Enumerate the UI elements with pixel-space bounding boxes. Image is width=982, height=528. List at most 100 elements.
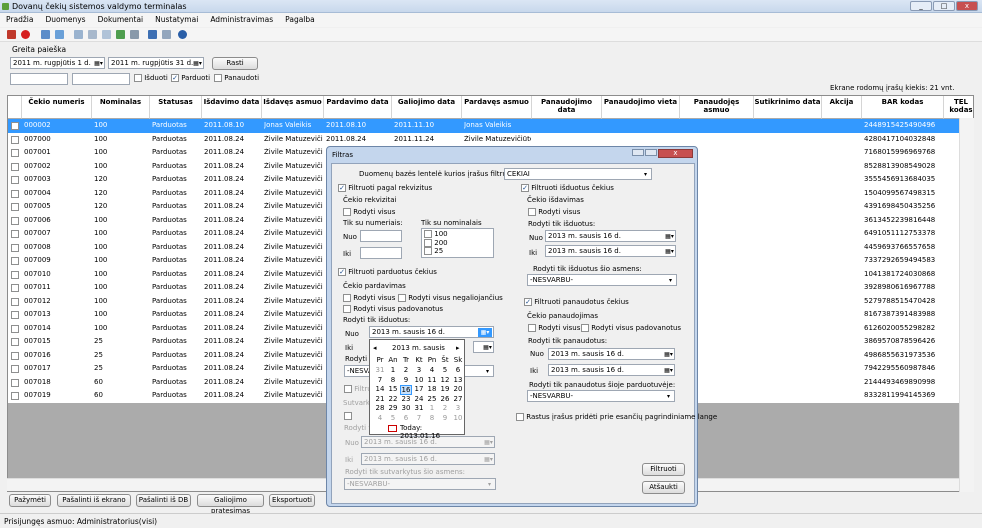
column-header[interactable]: Išdavęs asmuo [262,96,324,119]
calendar-day[interactable]: 28 [374,404,386,412]
calendar-day[interactable]: 2 [400,366,412,374]
sold-date-to[interactable]: ▦▾ [473,341,494,353]
delete-icon[interactable] [21,30,30,39]
filter-used-checkbox[interactable]: Filtruoti panaudotus čekius [524,298,629,306]
vertical-scrollbar[interactable] [959,118,974,492]
calendar-day[interactable]: 9 [400,376,412,384]
sold-checkbox[interactable]: Parduoti [171,74,210,82]
column-header[interactable]: Statusas [150,96,202,119]
paste-icon[interactable] [88,30,97,39]
dialog-close-button[interactable]: x [658,149,693,158]
calendar-day[interactable]: 4 [426,366,438,374]
row-checkbox[interactable] [11,230,19,238]
calendar-day[interactable]: 21 [374,395,386,403]
calendar-icon[interactable]: ▦▾ [665,247,674,256]
date-to-picker[interactable]: 2011 m. rugpjūtis 31 d. ▦▾ [108,57,204,69]
calendar-day[interactable]: 7 [413,414,425,422]
column-header[interactable]: Pardavęs asmuo [462,96,532,119]
calendar-day[interactable]: 31 [374,366,386,374]
remove-from-db-button[interactable]: Pašalinti iš DB [136,494,191,507]
calendar-day[interactable]: 24 [413,395,425,403]
calendar-day[interactable]: 22 [387,395,399,403]
calendar-day[interactable]: 3 [452,404,464,412]
column-header[interactable]: Sutikrinimo data [754,96,822,119]
next-month-icon[interactable]: ▸ [456,344,460,352]
export-button[interactable]: Eksportuoti [269,494,315,507]
row-checkbox[interactable] [11,162,19,171]
table-select[interactable]: CEKIAI ▾ [504,168,652,180]
used-show-all[interactable]: Rodyti visus [528,324,580,332]
nominal-item[interactable]: 25 [422,247,493,255]
menu-duomenys[interactable]: Duomenys [39,13,91,24]
filter-sold-checkbox[interactable]: Filtruoti parduotus čekius [338,268,437,276]
select-button[interactable]: Pažymėti [9,494,51,507]
calendar-icon[interactable]: ▦▾ [665,232,674,241]
column-header[interactable]: Pardavimo data [324,96,392,119]
sold-date-from[interactable]: 2013 m. sausis 16 d. ▦▾ [369,326,494,338]
row-checkbox[interactable] [11,284,19,292]
column-header[interactable]: BAR kodas [862,96,944,119]
calendar-day[interactable]: 25 [426,395,438,403]
column-header[interactable]: Panaudojimo data [532,96,602,119]
find-button[interactable]: Rasti [212,57,258,70]
calendar-day[interactable]: 11 [426,376,438,384]
menu-administravimas[interactable]: Administravimas [204,13,279,24]
verified-person-select[interactable]: -NESVARBU- ▾ [344,478,496,490]
calendar-day[interactable]: 2 [439,404,451,412]
column-header[interactable]: Panaudojęs asmuo [680,96,754,119]
refresh-icon[interactable] [55,30,64,39]
menu-nustatymai[interactable]: Nustatymai [149,13,204,24]
column-header[interactable]: Akcija [822,96,862,119]
sold-show-all[interactable]: Rodyti visus [343,294,395,302]
used-date-to[interactable]: 2013 m. sausis 16 d. ▦▾ [548,364,675,376]
calendar-day[interactable]: 6 [400,414,412,422]
filter-issued-checkbox[interactable]: Filtruoti išduotus čekius [521,184,614,192]
row-checkbox[interactable] [11,122,19,130]
row-checkbox[interactable] [11,149,19,157]
calendar-today[interactable]: Today: 2013.01.16 [400,424,464,440]
prev-month-icon[interactable]: ◂ [373,344,377,352]
row-checkbox[interactable] [11,351,19,360]
nominal-item[interactable]: 200 [422,239,493,247]
calendar-popup[interactable]: ◂ 2013 m. sausis ▸ Pr An Tr Kt Pn Št Sk 31 1 2 3 4 5… [369,339,465,440]
menu-dokumentai[interactable]: Dokumentai [92,13,150,24]
calendar-day[interactable]: 27 [452,395,464,403]
calendar-day[interactable]: 26 [439,395,451,403]
calendar-day[interactable]: 6 [452,366,464,374]
row-checkbox[interactable] [11,365,19,373]
row-checkbox[interactable] [11,189,19,198]
show-all-gifted[interactable]: Rodyti visus padovanotus [343,305,443,313]
issued-person-select[interactable]: -NESVARBU- ▾ [527,274,677,286]
move-icon[interactable] [102,30,111,39]
copy-icon[interactable] [74,30,83,39]
column-header[interactable]: Išdavimo data [202,96,262,119]
calendar-day[interactable]: 23 [400,395,412,403]
table-row[interactable]: 007000 100 Parduotas 2011.08.24 Živile Matuz… [8,132,959,146]
used-checkbox[interactable]: Panaudoti [214,74,259,82]
verified-date-to[interactable]: 2013 m. sausis 16 d. ▦▾ [361,453,495,465]
calendar-day[interactable]: 17 [413,385,425,393]
help-icon[interactable] [178,30,187,39]
date-from-picker[interactable]: 2011 m. rugpjūtis 1 d. ▦▾ [10,57,105,69]
calendar-day[interactable]: 10 [452,414,464,422]
row-checkbox[interactable] [11,311,19,319]
search-icon[interactable] [41,30,50,39]
dialog-maximize-button[interactable] [645,149,657,156]
remove-from-screen-button[interactable]: Pašalinti iš ekrano [57,494,131,507]
row-checkbox[interactable] [11,270,19,279]
menu-pradzia[interactable]: Pradžia [0,13,39,24]
column-header[interactable]: Čekio numeris [22,96,92,119]
verified-show-all[interactable] [344,412,352,420]
used-shop-select[interactable]: -NESVARBU- ▾ [527,390,675,402]
calendar-day[interactable]: 14 [374,385,386,393]
row-checkbox[interactable] [11,392,19,400]
row-checkbox[interactable] [11,257,19,265]
table-row[interactable]: 000002 100 Parduotas 2011.08.10 Jonas Valeik… [8,119,959,133]
number-to-input[interactable] [360,247,402,259]
calendar-icon[interactable]: ▦▾ [193,59,202,68]
row-checkbox[interactable] [11,297,19,306]
used-show-gifted[interactable]: Rodyti visus padovanotus [581,324,681,332]
calendar-day[interactable]: 18 [426,385,438,393]
calendar-icon[interactable]: ▦▾ [664,350,673,359]
calendar-day[interactable]: 16 [400,385,412,395]
